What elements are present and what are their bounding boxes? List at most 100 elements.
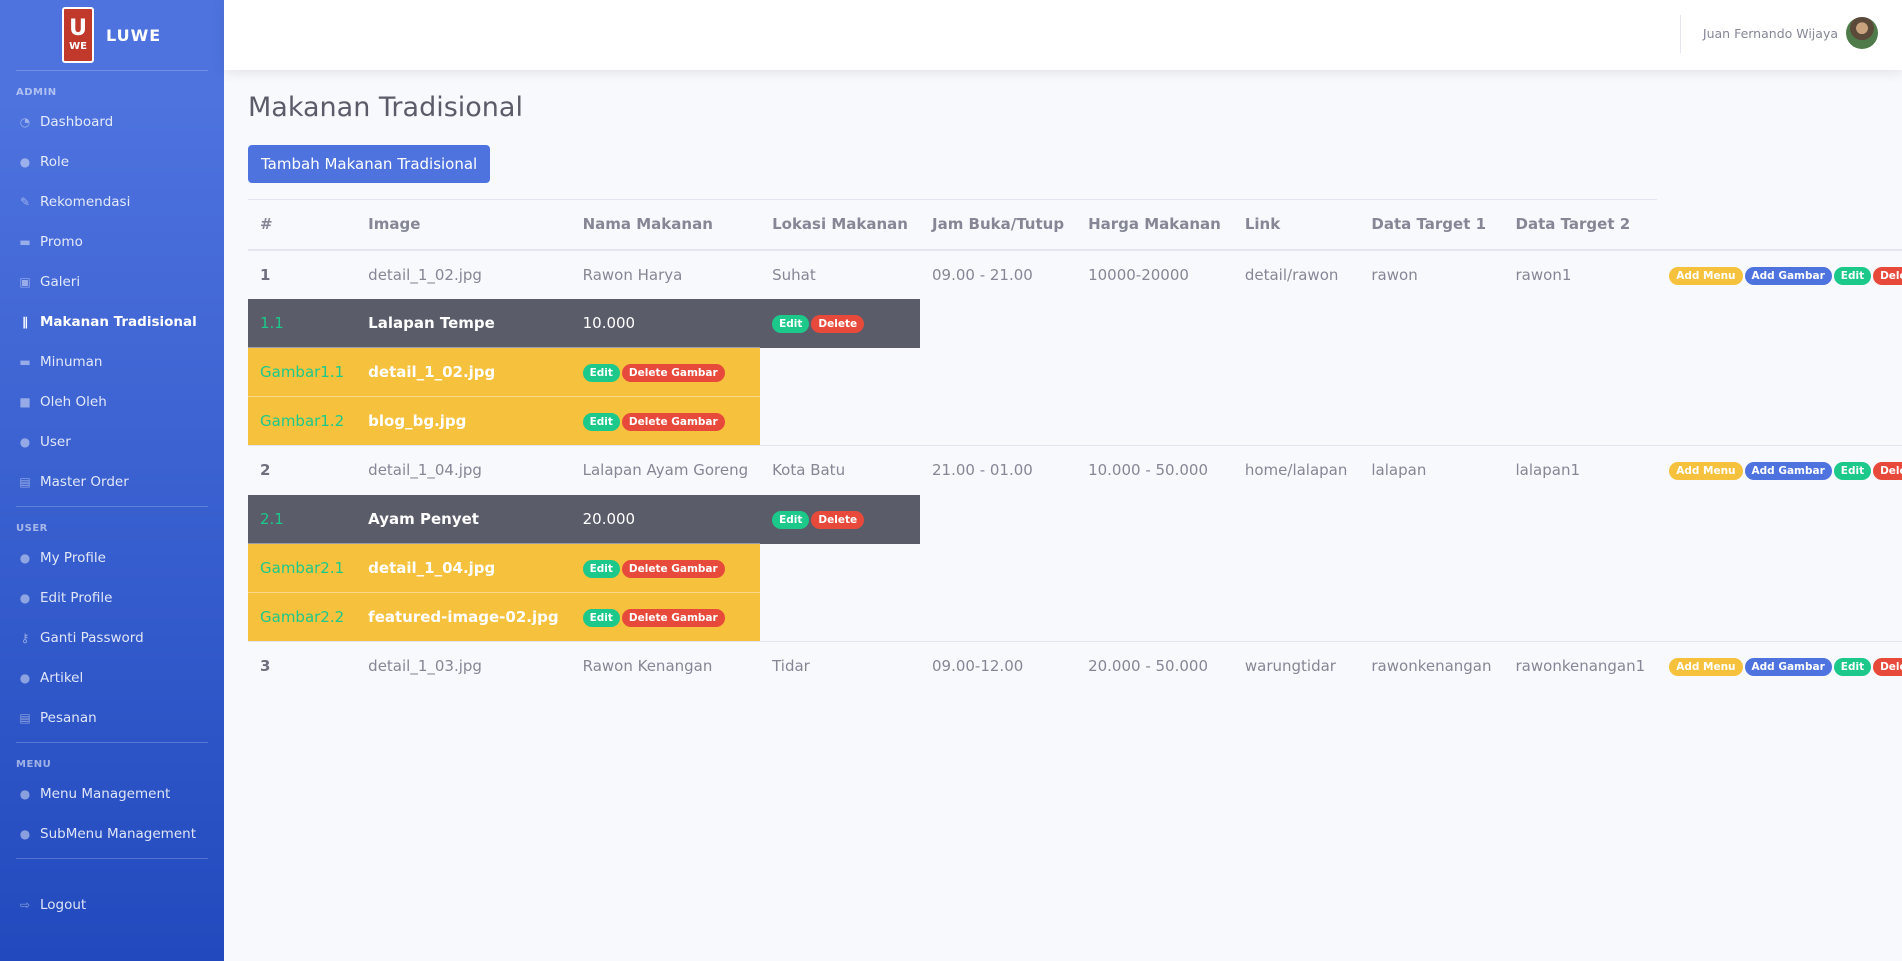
gambar-no: Gambar1.1	[248, 347, 357, 397]
table-row: 3 detail_1_03.jpg Rawon Kenangan Tidar 0…	[248, 641, 1902, 691]
cell-no: 3	[248, 641, 357, 691]
sidebar-item-artikel[interactable]: ● Artikel	[0, 658, 224, 698]
sidebar-item-label: Oleh Oleh	[40, 394, 107, 410]
delete-menu-button[interactable]: Delete	[811, 315, 865, 333]
sidebar-item-ganti-password[interactable]: ⚷ Ganti Password	[0, 618, 224, 658]
edit-gambar-button[interactable]: Edit	[582, 609, 620, 627]
edit-gambar-button[interactable]: Edit	[582, 364, 620, 382]
delete-button[interactable]: Delete	[1873, 658, 1902, 677]
cell-nama: Rawon Kenangan	[570, 641, 761, 691]
sidebar-item-pesanan[interactable]: ▤ Pesanan	[0, 698, 224, 738]
page-title: Makanan Tradisional	[248, 92, 523, 123]
add-makanan-button[interactable]: Tambah Makanan Tradisional	[248, 145, 491, 183]
user-dropdown[interactable]: Juan Fernando Wijaya	[1703, 17, 1878, 49]
menu-no: 2.1	[248, 494, 357, 544]
key-icon: ⚷	[20, 631, 30, 645]
cell-lokasi: Kota Batu	[760, 445, 920, 495]
sidebar-item-logout[interactable]: ⇨ Logout	[0, 885, 224, 925]
cell-actions: Add MenuAdd GambarEditDelete	[1657, 445, 1902, 495]
cell-image: detail_1_03.jpg	[356, 641, 571, 691]
gambar-actions: Edit Delete Gambar	[570, 396, 761, 446]
sidebar-item-label: Role	[40, 154, 70, 170]
avatar	[1846, 17, 1878, 49]
cell-nama: Lalapan Ayam Goreng	[570, 445, 761, 495]
user-icon: ●	[19, 551, 31, 565]
cell-jam: 09.00-12.00	[919, 641, 1077, 691]
sidebar-item-role[interactable]: ● Role	[0, 142, 224, 182]
cell-jam: 09.00 - 21.00	[919, 249, 1077, 299]
cell-target1: rawon	[1359, 249, 1504, 299]
gambar-no: Gambar2.1	[248, 543, 357, 593]
gambar-actions: Edit Delete Gambar	[570, 543, 761, 593]
gambar-actions: Edit Delete Gambar	[570, 592, 761, 642]
coffee-icon: ▬	[19, 355, 31, 369]
cell-no: 2	[248, 445, 357, 495]
add-menu-button[interactable]: Add Menu	[1669, 462, 1743, 481]
delete-gambar-button[interactable]: Delete Gambar	[621, 609, 725, 627]
cell-jam: 21.00 - 01.00	[919, 445, 1077, 495]
sidebar-item-dashboard[interactable]: ◔ Dashboard	[0, 102, 224, 142]
delete-gambar-button[interactable]: Delete Gambar	[621, 560, 725, 578]
logo-letter: U	[69, 16, 87, 41]
cell-nama: Rawon Harya	[570, 249, 761, 299]
sidebar-item-label: SubMenu Management	[40, 826, 196, 842]
cell-target2: rawon1	[1503, 249, 1658, 299]
sidebar-item-rekomendasi[interactable]: ✎ Rekomendasi	[0, 182, 224, 222]
sidebar-item-label: Rekomendasi	[40, 194, 131, 210]
sidebar-item-label: Promo	[40, 234, 83, 250]
edit-button[interactable]: Edit	[1833, 266, 1872, 285]
sidebar-item-minuman[interactable]: ▬ Minuman	[0, 342, 224, 382]
edit-button[interactable]: Edit	[1833, 658, 1872, 677]
cell-target1: rawonkenangan	[1359, 641, 1504, 691]
sidebar-item-my-profile[interactable]: ● My Profile	[0, 538, 224, 578]
add-menu-button[interactable]: Add Menu	[1669, 266, 1743, 285]
delete-button[interactable]: Delete	[1873, 462, 1902, 481]
add-gambar-button[interactable]: Add Gambar	[1744, 462, 1832, 481]
cell-no: 1	[248, 249, 357, 299]
menu-harga: 10.000	[570, 298, 761, 348]
sidebar-item-user[interactable]: ● User	[0, 422, 224, 462]
topbar: Juan Fernando Wijaya	[224, 0, 1902, 70]
gambar-file: featured-image-02.jpg	[356, 592, 571, 642]
sidebar-item-menu-management[interactable]: ● Menu Management	[0, 774, 224, 814]
edit-gambar-button[interactable]: Edit	[582, 413, 620, 431]
menu-actions: Edit Delete	[760, 298, 920, 348]
cell-harga: 10.000 - 50.000	[1076, 445, 1233, 495]
delete-gambar-button[interactable]: Delete Gambar	[621, 413, 725, 431]
users-cog-icon: ●	[19, 827, 31, 841]
edit-button[interactable]: Edit	[1833, 462, 1872, 481]
delete-gambar-button[interactable]: Delete Gambar	[621, 364, 725, 382]
sidebar-divider	[16, 506, 208, 507]
users-cog-icon: ●	[19, 787, 31, 801]
tachometer-icon: ◔	[19, 115, 31, 129]
menu-harga: 20.000	[570, 494, 761, 544]
edit-menu-button[interactable]: Edit	[772, 315, 810, 333]
sidebar-item-label: Pesanan	[40, 710, 97, 726]
add-menu-button[interactable]: Add Menu	[1669, 658, 1743, 677]
sidebar-item-makanan-tradisional[interactable]: ∥ Makanan Tradisional	[0, 302, 224, 342]
menu-row: 2.1 Ayam Penyet 20.000 Edit Delete	[248, 494, 1902, 544]
sidebar-item-oleh-oleh[interactable]: ■ Oleh Oleh	[0, 382, 224, 422]
sidebar-item-master-order[interactable]: ▤ Master Order	[0, 462, 224, 502]
col-header: Data Target 1	[1359, 199, 1504, 251]
col-header: Link	[1232, 199, 1360, 251]
add-gambar-button[interactable]: Add Gambar	[1744, 266, 1832, 285]
sidebar-item-promo[interactable]: ▬ Promo	[0, 222, 224, 262]
cell-actions: Add MenuAdd GambarEditDelete	[1657, 249, 1902, 299]
edit-gambar-button[interactable]: Edit	[582, 560, 620, 578]
cell-target1: lalapan	[1359, 445, 1504, 495]
add-gambar-button[interactable]: Add Gambar	[1744, 658, 1832, 677]
col-header: Nama Makanan	[570, 199, 761, 251]
sidebar-item-edit-profile[interactable]: ● Edit Profile	[0, 578, 224, 618]
sidebar-item-label: Artikel	[40, 670, 84, 686]
brand[interactable]: U WE LUWE	[0, 0, 224, 70]
cell-harga: 20.000 - 50.000	[1076, 641, 1233, 691]
delete-menu-button[interactable]: Delete	[811, 511, 865, 529]
delete-button[interactable]: Delete	[1873, 266, 1902, 285]
edit-menu-button[interactable]: Edit	[772, 511, 810, 529]
user-edit-icon: ●	[19, 591, 31, 605]
col-header: Data Target 2	[1503, 199, 1658, 251]
sidebar-item-submenu-management[interactable]: ● SubMenu Management	[0, 814, 224, 854]
sidebar-item-galeri[interactable]: ▣ Galeri	[0, 262, 224, 302]
gambar-row: Gambar1.2 blog_bg.jpg Edit Delete Gambar	[248, 396, 1902, 446]
